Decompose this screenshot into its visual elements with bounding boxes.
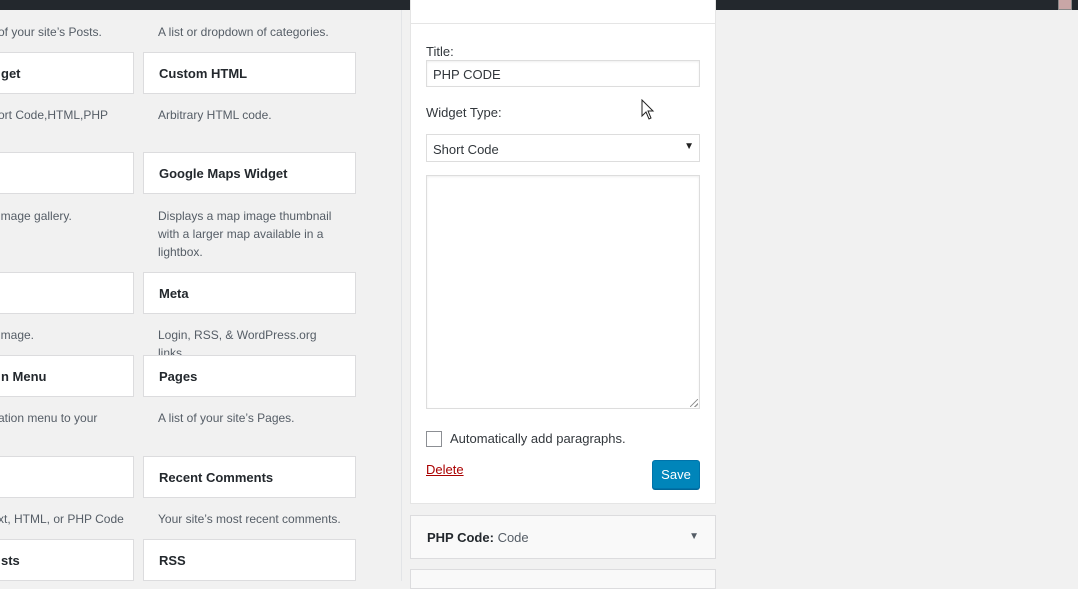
widget-item-recent-comments[interactable]: Recent Comments	[143, 456, 356, 498]
widget-title: RSS	[159, 553, 186, 568]
chevron-down-icon: ▼	[684, 141, 694, 152]
widget-type-label: Widget Type:	[426, 105, 502, 120]
widget-desc: Your site’s most recent comments.	[158, 512, 341, 526]
mouse-cursor-icon	[641, 99, 655, 120]
widget-desc: image.	[0, 328, 35, 342]
collapsed-widget-php-code[interactable]: PHP Code: Code ▼	[410, 515, 716, 559]
column-divider	[401, 10, 402, 581]
auto-paragraphs-label[interactable]: Automatically add paragraphs.	[450, 431, 626, 446]
widget-title: Google Maps Widget	[159, 166, 288, 181]
widget-title: sts	[1, 553, 20, 568]
widget-item-google-maps[interactable]: Google Maps Widget	[143, 152, 356, 194]
user-avatar[interactable]	[1058, 0, 1072, 10]
expand-arrow-icon[interactable]: ▼	[689, 531, 699, 542]
widget-desc: Arbitrary HTML code.	[158, 108, 272, 122]
widget-title: Meta	[159, 286, 189, 301]
widget-desc: of your site’s Posts.	[0, 25, 102, 39]
title-input[interactable]: PHP CODE	[426, 60, 700, 87]
title-label: Title:	[426, 44, 454, 59]
collapsed-widget-name: PHP Code:	[427, 530, 494, 545]
widget-item-rss[interactable]: RSS	[143, 539, 356, 581]
next-widget-partial[interactable]	[410, 569, 716, 589]
code-textarea[interactable]	[426, 175, 700, 409]
widget-type-value: Short Code	[433, 142, 499, 157]
widget-desc: xt, HTML, or PHP Code	[0, 512, 124, 526]
widget-title: Recent Comments	[159, 470, 274, 485]
widget-item[interactable]	[0, 152, 134, 194]
widget-desc: A list or dropdown of categories.	[158, 25, 329, 39]
widget-title: Pages	[159, 369, 198, 384]
auto-paragraphs-checkbox[interactable]	[426, 431, 442, 447]
sidebar-area-header	[410, 0, 716, 24]
resize-handle-icon[interactable]	[690, 399, 698, 407]
delete-link[interactable]: Delete	[426, 462, 464, 477]
collapsed-widget-title: PHP Code: Code	[427, 530, 529, 545]
widget-title: Custom HTML	[159, 66, 248, 81]
widget-item[interactable]: sts	[0, 539, 134, 581]
widget-item-custom-html[interactable]: Custom HTML	[143, 52, 356, 94]
widget-item-pages[interactable]: Pages	[143, 355, 356, 397]
widget-title: n Menu	[1, 369, 47, 384]
widget-desc: A list of your site’s Pages.	[158, 411, 295, 425]
widget-desc: ort Code,HTML,PHP	[0, 108, 109, 122]
widget-desc: image gallery.	[0, 209, 72, 223]
widget-item[interactable]: get	[0, 52, 134, 94]
widget-desc: Displays a map image thumbnail with a la…	[158, 209, 332, 259]
widget-item[interactable]	[0, 272, 134, 314]
collapsed-widget-subtitle: Code	[497, 530, 529, 545]
widget-type-select[interactable]: Short Code ▼	[426, 134, 700, 162]
widget-item[interactable]: n Menu	[0, 355, 134, 397]
widget-item-meta[interactable]: Meta	[143, 272, 356, 314]
widget-item[interactable]	[0, 456, 134, 498]
widget-desc: ation menu to your	[0, 411, 98, 425]
save-button[interactable]: Save	[652, 460, 700, 489]
widget-title: get	[1, 66, 21, 81]
